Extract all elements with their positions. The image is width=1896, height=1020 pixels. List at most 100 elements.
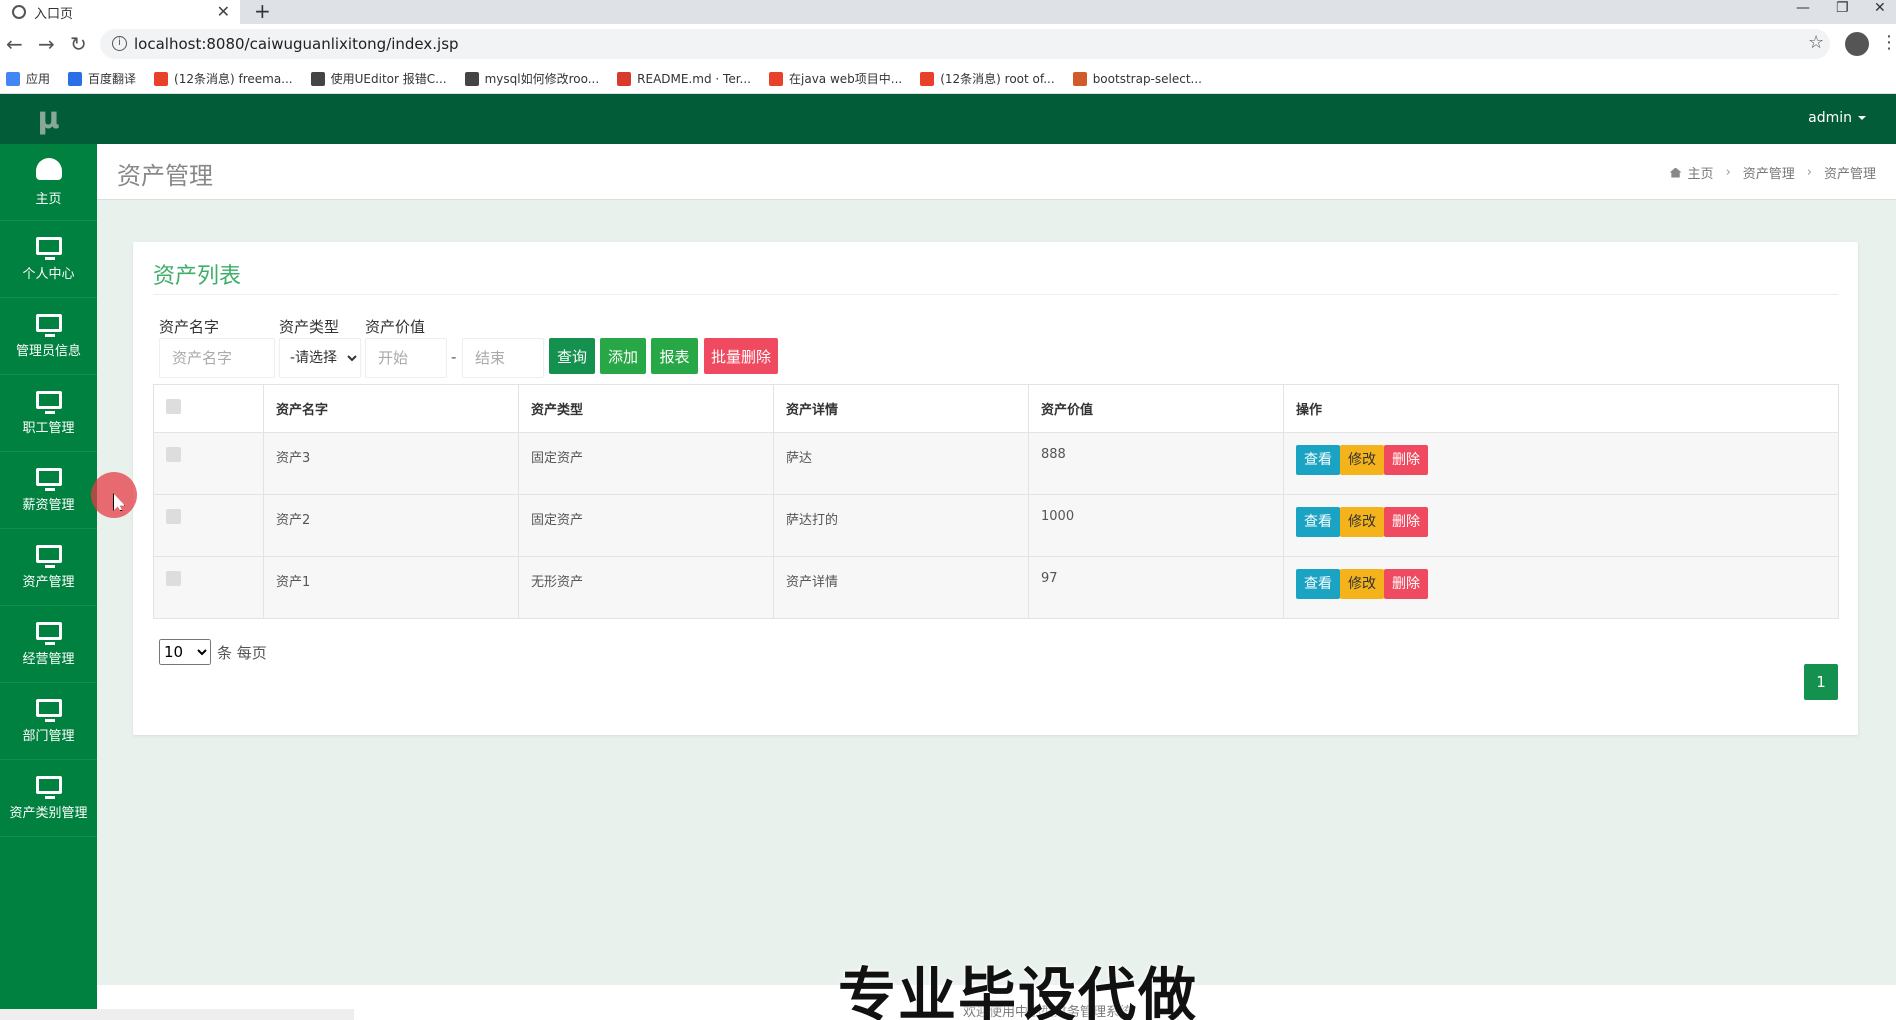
user-menu[interactable]: admin [1808,110,1866,126]
bookmark-label: (12条消息) freema... [174,72,293,86]
value-end-input[interactable] [462,338,544,378]
sidebar-item[interactable]: 资产管理 [0,529,97,606]
sidebar-item[interactable]: 经营管理 [0,606,97,683]
edit-button[interactable]: 修改 [1340,507,1384,537]
asset-name-input[interactable] [159,338,275,378]
cell-name: 资产3 [263,432,519,495]
user-name: admin [1808,110,1852,126]
col-detail: 资产详情 [773,384,1029,433]
forward-icon[interactable]: → [38,32,55,56]
delete-button[interactable]: 删除 [1384,507,1428,537]
bookmark-favicon-icon [769,71,783,86]
sidebar-item-label: 资产管理 [22,574,75,590]
sidebar-item[interactable]: 主页 [0,144,97,221]
apps-grid-icon [6,71,20,86]
cell-detail: 资产详情 [773,556,1029,619]
bookmark-item[interactable]: README.md · Ter... [617,71,751,86]
cell-value: 888 [1028,432,1284,495]
row-checkbox[interactable] [166,509,181,524]
report-button[interactable]: 报表 [651,338,698,374]
sidebar-item[interactable]: 个人中心 [0,221,97,298]
menu-icon[interactable]: ⋮ [1880,32,1896,53]
select-all-checkbox[interactable] [166,399,181,414]
sidebar-item[interactable]: 职工管理 [0,375,97,452]
page-1-button[interactable]: 1 [1804,664,1838,700]
monitor-icon [35,313,62,337]
select-all-cell [153,384,264,433]
monitor-icon [35,698,62,722]
add-button[interactable]: 添加 [600,338,646,374]
sidebar-item[interactable]: 资产类别管理 [0,760,97,837]
asset-type-select[interactable]: -请选择- [279,338,361,378]
bookmark-favicon-icon [154,71,169,86]
sidebar-item[interactable]: 部门管理 [0,683,97,760]
bookmark-item[interactable]: bootstrap-select... [1072,71,1202,86]
new-tab-button[interactable]: + [254,0,271,22]
monitor-icon [35,775,62,799]
divider [153,294,1838,295]
breadcrumb-section[interactable]: 资产管理 [1743,163,1795,182]
cell-type: 固定资产 [518,432,774,495]
edit-button[interactable]: 修改 [1340,445,1384,475]
tab-close-icon[interactable]: ✕ [217,2,230,21]
view-button[interactable]: 查看 [1296,445,1340,475]
restore-icon[interactable]: ❐ [1836,0,1849,16]
bookmark-label: README.md · Ter... [637,71,751,86]
breadcrumb-home[interactable]: 主页 [1688,163,1714,182]
view-button[interactable]: 查看 [1296,507,1340,537]
sidebar-item-label: 经营管理 [22,651,75,667]
minimize-icon[interactable]: — [1796,0,1810,16]
monitor-icon [35,390,62,414]
cell-value: 97 [1028,556,1284,619]
bookmark-item[interactable]: (12条消息) freema... [154,70,293,87]
url-input[interactable]: i localhost:8080/caiwuguanlixitong/index… [100,29,1830,59]
watermark: 专业毕设代做 [838,961,1199,1020]
bookmark-item[interactable]: 在java web项目中... [769,70,902,87]
bookmark-item[interactable]: 应用 [6,70,50,87]
sidebar-item-label: 主页 [35,191,62,207]
bookmark-item[interactable]: (12条消息) root of... [920,70,1055,87]
cell-type: 固定资产 [518,494,774,557]
bookmark-item[interactable]: 百度翻译 [68,70,136,87]
page-size-control: 10 条 每页 [159,639,267,665]
info-icon[interactable]: i [112,36,127,51]
bookmark-label: 百度翻译 [88,72,137,86]
table-row: 资产3 固定资产 萨达 888 查看 修改 删除 [153,432,1839,495]
monitor-icon [35,467,62,491]
delete-button[interactable]: 删除 [1384,569,1428,599]
bookmark-item[interactable]: mysql如何修改roo... [464,70,599,87]
app-logo[interactable]: μ [0,94,97,144]
status-bar [0,1009,354,1020]
bookmark-label: (12条消息) root of... [940,72,1055,86]
cell-actions: 查看 修改 删除 [1283,494,1839,557]
range-separator: - [451,348,457,366]
page-size-select[interactable]: 10 [159,639,211,665]
bookmark-label: 应用 [26,72,51,86]
search-button[interactable]: 查询 [549,338,595,374]
close-window-icon[interactable]: ✕ [1874,0,1886,16]
value-start-input[interactable] [365,338,447,378]
chevron-right-icon: › [1725,165,1731,180]
sidebar-item[interactable]: 管理员信息 [0,298,97,375]
profile-avatar[interactable] [1845,32,1869,56]
panel-title: 资产列表 [153,264,242,289]
batch-delete-button[interactable]: 批量删除 [704,338,778,374]
caret-down-icon [1858,116,1866,120]
reload-icon[interactable]: ↻ [70,32,87,56]
sidebar-item[interactable]: 薪资管理 [0,452,97,529]
bookmark-label: 在java web项目中... [789,72,903,86]
bookmark-label: 使用UEditor 报错C... [330,72,447,86]
star-icon[interactable]: ☆ [1808,32,1824,53]
delete-button[interactable]: 删除 [1384,445,1428,475]
bookmark-item[interactable]: 使用UEditor 报错C... [310,70,447,87]
row-checkbox[interactable] [166,447,181,462]
row-checkbox[interactable] [166,571,181,586]
sidebar-item-label: 管理员信息 [15,343,81,359]
browser-tab[interactable]: 入口页 ✕ [0,0,240,24]
back-icon[interactable]: ← [6,32,23,56]
monitor-icon [35,621,62,645]
view-button[interactable]: 查看 [1296,569,1340,599]
bookmark-label: bootstrap-select... [1092,71,1202,86]
edit-button[interactable]: 修改 [1340,569,1384,599]
bookmarks-bar: 应用 百度翻译 (12条消息) freema... 使用UEditor 报错C... m… [0,64,1896,94]
